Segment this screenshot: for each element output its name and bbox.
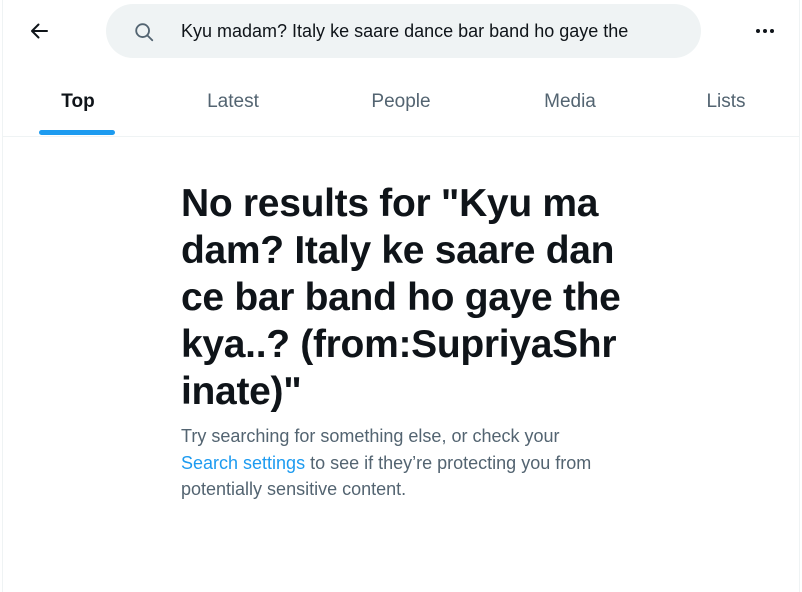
tab-lists[interactable]: Lists [651,68,801,136]
tab-top[interactable]: Top [3,68,153,136]
search-box[interactable] [106,4,701,58]
more-horizontal-icon [756,29,774,33]
tab-label: Media [544,91,596,112]
tab-people[interactable]: People [313,68,489,136]
arrow-left-icon [31,23,48,39]
tab-label: People [371,91,431,112]
search-input[interactable] [181,4,691,58]
more-options-button[interactable] [747,13,783,49]
search-settings-link[interactable]: Search settings [181,453,305,473]
top-bar [3,0,799,62]
search-icon [135,23,154,42]
tab-label: Latest [207,91,259,112]
empty-state: No results for "Kyu madam? Italy ke saar… [181,180,631,503]
tab-label: Lists [706,91,746,112]
search-results-page: Top Latest People Media Lists No results… [2,0,800,592]
tab-latest[interactable]: Latest [153,68,313,136]
empty-state-description: Try searching for something else, or che… [181,423,621,503]
tab-label: Top [61,91,95,112]
description-text: Try searching for something else, or che… [181,426,560,446]
active-tab-indicator [39,130,115,135]
tab-media[interactable]: Media [489,68,651,136]
empty-state-title: No results for "Kyu madam? Italy ke saar… [181,182,621,413]
back-button[interactable] [21,13,57,49]
search-tabs: Top Latest People Media Lists [3,68,799,137]
